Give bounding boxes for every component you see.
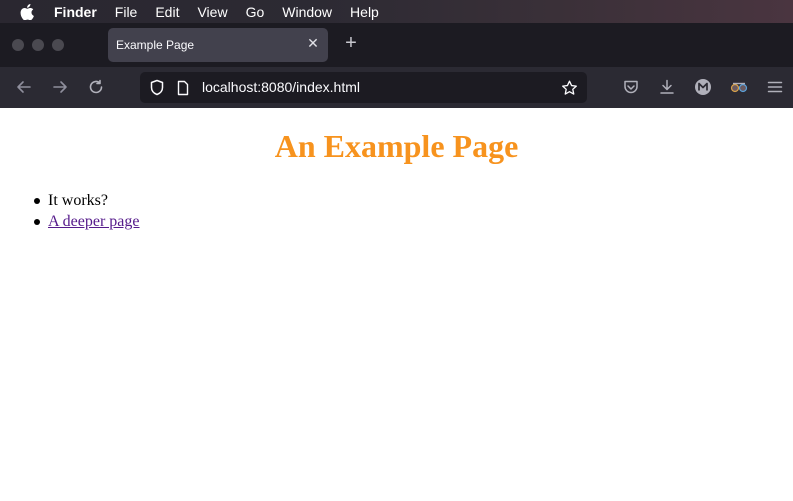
url-text[interactable]: localhost:8080/index.html — [202, 79, 360, 95]
content-list: It works? A deeper page — [34, 190, 140, 232]
deeper-page-link[interactable]: A deeper page — [48, 213, 140, 230]
apple-logo-icon[interactable] — [18, 3, 36, 21]
list-item-text: It works? — [48, 192, 108, 209]
menu-edit[interactable]: Edit — [155, 4, 179, 20]
menu-go[interactable]: Go — [246, 4, 265, 20]
zoom-window-button[interactable] — [52, 39, 64, 51]
menu-help[interactable]: Help — [350, 4, 379, 20]
close-tab-icon[interactable]: ✕ — [306, 36, 320, 50]
menu-window[interactable]: Window — [282, 4, 332, 20]
page-content: An Example Page It works? A deeper page — [0, 108, 793, 501]
page-title: An Example Page — [274, 128, 519, 164]
account-icon[interactable] — [693, 77, 713, 97]
macos-menu-bar: Finder File Edit View Go Window Help — [0, 0, 793, 23]
minimize-window-button[interactable] — [32, 39, 44, 51]
menu-app-name[interactable]: Finder — [54, 4, 97, 20]
back-arrow-icon[interactable] — [14, 77, 34, 97]
new-tab-icon[interactable]: + — [341, 33, 361, 53]
bullet-icon — [34, 219, 40, 225]
list-item: A deeper page — [34, 211, 140, 232]
pocket-icon[interactable] — [621, 77, 641, 97]
list-item: It works? — [34, 190, 140, 211]
hamburger-menu-icon[interactable] — [765, 77, 785, 97]
reload-icon[interactable] — [86, 77, 106, 97]
tab-strip: Example Page ✕ + — [0, 23, 793, 67]
forward-arrow-icon[interactable] — [50, 77, 70, 97]
url-bar[interactable]: localhost:8080/index.html — [140, 72, 587, 103]
menu-view[interactable]: View — [197, 4, 227, 20]
tracking-protection-icon[interactable] — [148, 79, 165, 96]
bullet-icon — [34, 198, 40, 204]
bookmark-star-icon[interactable] — [561, 79, 578, 96]
window-controls — [12, 39, 64, 51]
page-icon — [174, 79, 191, 96]
extension-icon[interactable] — [729, 77, 749, 97]
close-window-button[interactable] — [12, 39, 24, 51]
tab-example-page[interactable]: Example Page ✕ — [108, 28, 328, 62]
navigation-bar: localhost:8080/index.html — [0, 67, 793, 108]
menu-file[interactable]: File — [115, 4, 138, 20]
tab-title: Example Page — [116, 38, 195, 52]
download-icon[interactable] — [657, 77, 677, 97]
